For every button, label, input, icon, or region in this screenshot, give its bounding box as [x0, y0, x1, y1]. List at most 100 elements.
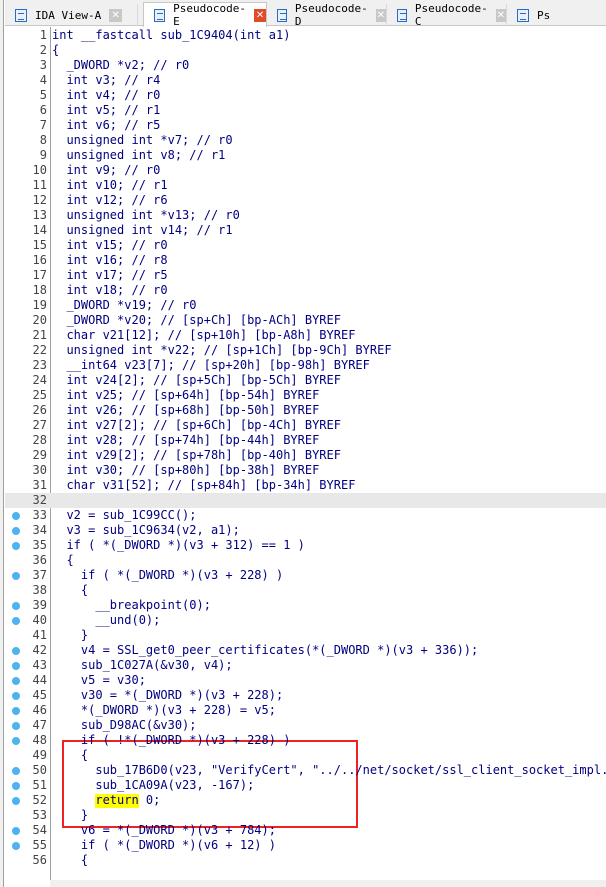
close-icon[interactable]: ✕: [109, 8, 123, 22]
code-text: _DWORD *v19; // r0: [52, 298, 197, 312]
breakpoint-dot-icon[interactable]: [12, 647, 20, 655]
code-line[interactable]: 15 int v15; // r0: [5, 238, 606, 253]
code-line[interactable]: 7 int v6; // r5: [5, 118, 606, 133]
breakpoint-dot-icon[interactable]: [12, 662, 20, 670]
code-line[interactable]: 45 v30 = *(_DWORD *)(v3 + 228);: [5, 688, 606, 703]
code-text: int v24[2]; // [sp+5Ch] [bp-5Ch] BYREF: [52, 373, 341, 387]
line-number: 7: [39, 118, 47, 132]
code-line[interactable]: 30 int v30; // [sp+80h] [bp-38h] BYREF: [5, 463, 606, 478]
tab-ida-view-a[interactable]: IDA View-A ✕: [5, 4, 138, 26]
code-line[interactable]: 26 int v26; // [sp+68h] [bp-50h] BYREF: [5, 403, 606, 418]
code-line[interactable]: 27 int v27[2]; // [sp+6Ch] [bp-4Ch] BYRE…: [5, 418, 606, 433]
code-line[interactable]: 23 __int64 v23[7]; // [sp+20h] [bp-98h] …: [5, 358, 606, 373]
breakpoint-dot-icon[interactable]: [12, 707, 20, 715]
line-number: 9: [39, 148, 47, 162]
code-line[interactable]: 17 int v17; // r5: [5, 268, 606, 283]
code-line[interactable]: 10 int v9; // r0: [5, 163, 606, 178]
line-number: 52: [32, 793, 47, 807]
code-line[interactable]: 12 int v12; // r6: [5, 193, 606, 208]
line-number: 41: [32, 628, 47, 642]
close-icon[interactable]: ✕: [254, 8, 266, 22]
code-line[interactable]: 56 {: [5, 853, 606, 868]
code-line[interactable]: 4 int v3; // r4: [5, 73, 606, 88]
code-line[interactable]: 19 _DWORD *v19; // r0: [5, 298, 606, 313]
line-number: 35: [32, 538, 47, 552]
code-text: sub_1CA09A(v23, -167);: [52, 778, 255, 792]
code-text: unsigned int v8; // r1: [52, 148, 226, 162]
code-line[interactable]: 24 int v24[2]; // [sp+5Ch] [bp-5Ch] BYRE…: [5, 373, 606, 388]
code-text: v30 = *(_DWORD *)(v3 + 228);: [52, 688, 284, 702]
code-line[interactable]: 47 sub_D98AC(&v30);: [5, 718, 606, 733]
breakpoint-dot-icon[interactable]: [12, 572, 20, 580]
code-line[interactable]: 40 __und(0);: [5, 613, 606, 628]
horizontal-scrollbar[interactable]: [50, 880, 606, 887]
code-text: sub_1C027A(&v30, v4);: [52, 658, 233, 672]
code-line[interactable]: 22 unsigned int *v22; // [sp+1Ch] [bp-9C…: [5, 343, 606, 358]
breakpoint-dot-icon[interactable]: [12, 782, 20, 790]
code-line[interactable]: 28 int v28; // [sp+74h] [bp-44h] BYREF: [5, 433, 606, 448]
breakpoint-dot-icon[interactable]: [12, 692, 20, 700]
code-line[interactable]: 35 if ( *(_DWORD *)(v3 + 312) == 1 ): [5, 538, 606, 553]
breakpoint-dot-icon[interactable]: [12, 842, 20, 850]
code-text: unsigned int *v7; // r0: [52, 133, 233, 147]
code-line[interactable]: 44 v5 = v30;: [5, 673, 606, 688]
breakpoint-dot-icon[interactable]: [12, 677, 20, 685]
breakpoint-dot-icon[interactable]: [12, 737, 20, 745]
tab-pseudocode-e[interactable]: Pseudocode-E ✕: [143, 2, 267, 28]
code-line[interactable]: 1 int __fastcall sub_1C9404(int a1): [5, 28, 606, 43]
tab-pseudocode-c[interactable]: Pseudocode-C ✕: [387, 2, 507, 28]
code-line[interactable]: 33 v2 = sub_1C99CC();: [5, 508, 606, 523]
breakpoint-dot-icon[interactable]: [12, 767, 20, 775]
close-icon[interactable]: ✕: [375, 8, 386, 22]
code-line[interactable]: 55 if ( *(_DWORD *)(v6 + 12) ): [5, 838, 606, 853]
code-text: v3 = sub_1C9634(v2, a1);: [52, 523, 240, 537]
breakpoint-dot-icon[interactable]: [12, 797, 20, 805]
code-text: }: [52, 628, 89, 642]
code-line[interactable]: 38 {: [5, 583, 606, 598]
code-line[interactable]: 8 unsigned int *v7; // r0: [5, 133, 606, 148]
code-line[interactable]: 6 int v5; // r1: [5, 103, 606, 118]
code-line[interactable]: 14 unsigned int v14; // r1: [5, 223, 606, 238]
breakpoint-dot-icon[interactable]: [12, 542, 20, 550]
line-number: 34: [32, 523, 47, 537]
breakpoint-dot-icon[interactable]: [12, 617, 20, 625]
code-line[interactable]: 32: [5, 493, 606, 508]
code-line[interactable]: 50 sub_17B6D0(v23, "VerifyCert", "../../…: [5, 763, 606, 778]
code-text: int v9; // r0: [52, 163, 161, 177]
code-line[interactable]: 5 int v4; // r0: [5, 88, 606, 103]
code-line[interactable]: 29 int v29[2]; // [sp+78h] [bp-40h] BYRE…: [5, 448, 606, 463]
breakpoint-dot-icon[interactable]: [12, 512, 20, 520]
close-icon[interactable]: ✕: [495, 8, 506, 22]
code-line[interactable]: 36 {: [5, 553, 606, 568]
code-text: int v30; // [sp+80h] [bp-38h] BYREF: [52, 463, 320, 477]
code-line[interactable]: 46 *(_DWORD *)(v3 + 228) = v5;: [5, 703, 606, 718]
breakpoint-dot-icon[interactable]: [12, 827, 20, 835]
code-line[interactable]: 13 unsigned int *v13; // r0: [5, 208, 606, 223]
code-line[interactable]: 41 }: [5, 628, 606, 643]
code-line[interactable]: 31 char v31[52]; // [sp+84h] [bp-34h] BY…: [5, 478, 606, 493]
code-line[interactable]: 18 int v18; // r0: [5, 283, 606, 298]
code-line[interactable]: 43 sub_1C027A(&v30, v4);: [5, 658, 606, 673]
code-line[interactable]: 25 int v25; // [sp+64h] [bp-54h] BYREF: [5, 388, 606, 403]
code-text: char v21[12]; // [sp+10h] [bp-A8h] BYREF: [52, 328, 356, 342]
code-text: _DWORD *v2; // r0: [52, 58, 190, 72]
code-line[interactable]: 21 char v21[12]; // [sp+10h] [bp-A8h] BY…: [5, 328, 606, 343]
code-line[interactable]: 3 _DWORD *v2; // r0: [5, 58, 606, 73]
code-line[interactable]: 37 if ( *(_DWORD *)(v3 + 228) ): [5, 568, 606, 583]
tab-pseudocode-overflow[interactable]: Ps: [507, 4, 606, 26]
code-text: sub_D98AC(&v30);: [52, 718, 197, 732]
breakpoint-dot-icon[interactable]: [12, 602, 20, 610]
code-line[interactable]: 9 unsigned int v8; // r1: [5, 148, 606, 163]
code-line[interactable]: 20 _DWORD *v20; // [sp+Ch] [bp-ACh] BYRE…: [5, 313, 606, 328]
code-line[interactable]: 42 v4 = SSL_get0_peer_certificates(*(_DW…: [5, 643, 606, 658]
breakpoint-dot-icon[interactable]: [12, 722, 20, 730]
code-line[interactable]: 2{: [5, 43, 606, 58]
code-line[interactable]: 39 __breakpoint(0);: [5, 598, 606, 613]
code-line[interactable]: 11 int v10; // r1: [5, 178, 606, 193]
line-number: 54: [32, 823, 47, 837]
code-line[interactable]: 34 v3 = sub_1C9634(v2, a1);: [5, 523, 606, 538]
tab-pseudocode-d[interactable]: Pseudocode-D ✕: [267, 2, 387, 28]
code-text: {: [52, 583, 89, 597]
code-line[interactable]: 16 int v16; // r8: [5, 253, 606, 268]
breakpoint-dot-icon[interactable]: [12, 527, 20, 535]
